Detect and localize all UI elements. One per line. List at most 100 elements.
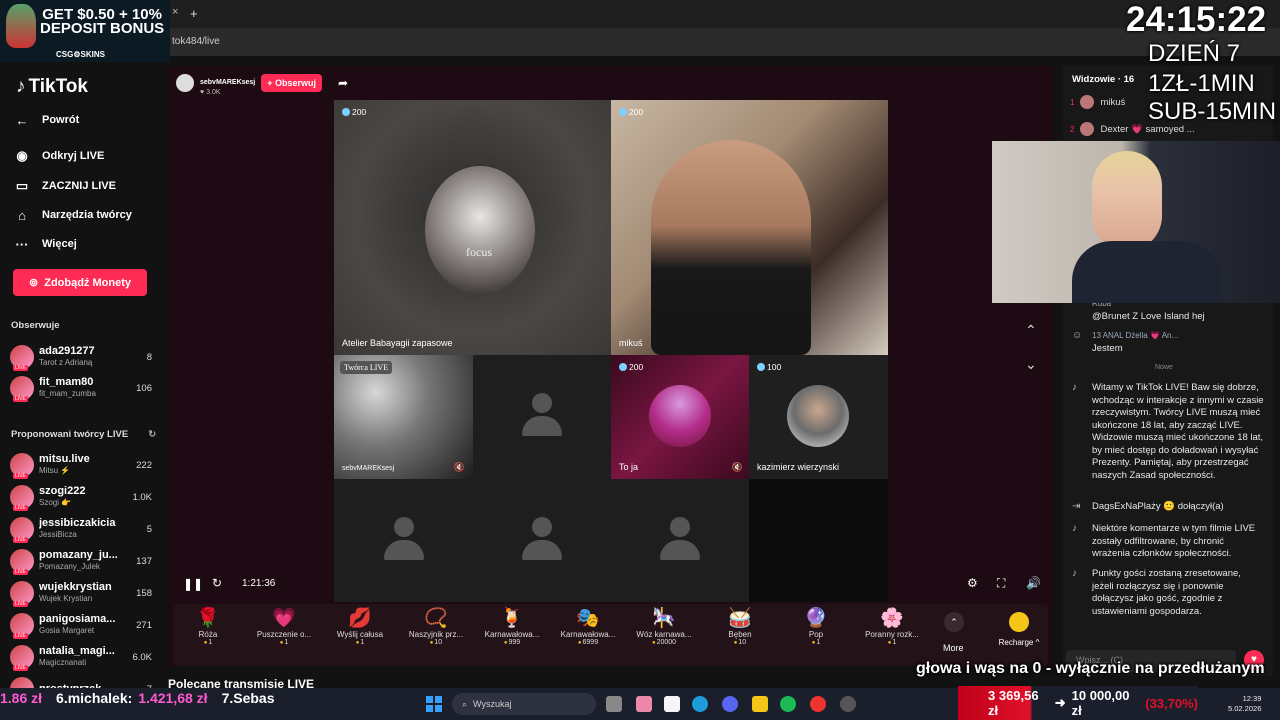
gift-item[interactable]: 🎭Karnawałowa...6999 <box>553 606 623 646</box>
gift-item[interactable]: 💗Puszczenie o...1 <box>249 606 319 646</box>
settings-icon[interactable]: ⚙ <box>967 576 978 590</box>
chat-text: Niektóre komentarze w tym filmie LIVE zo… <box>1092 523 1256 559</box>
webcam-face <box>1092 151 1162 251</box>
viewer-name: mikuś <box>1100 96 1126 108</box>
gift-name: Wóz karnawa... <box>636 630 692 639</box>
viewer-count: 158 <box>136 587 152 599</box>
chat-message: ☺ 13 ANAL Dżella 💗 An... Jestem <box>1072 330 1264 355</box>
taskbar-search[interactable]: ⌕ Wyszukaj <box>452 693 596 715</box>
suggested-item[interactable]: mitsu.liveMitsu ⚡ 222 <box>10 452 152 479</box>
chrome-icon[interactable] <box>810 696 826 712</box>
empty-slot[interactable] <box>473 355 611 479</box>
gift-item[interactable]: 🌹Róża1 <box>173 606 243 646</box>
suggested-item[interactable]: jessibiczakiciaJessiBicza 5 <box>10 516 152 543</box>
folder-icon[interactable] <box>752 696 768 712</box>
gift-name: Wyślij całusa <box>336 630 384 639</box>
back-link[interactable]: ← Powrót <box>14 109 80 131</box>
user-subtitle: fit_mam_zumba <box>39 389 96 398</box>
edge-icon[interactable] <box>692 696 708 712</box>
following-item[interactable]: fit_mam80fit_mam_zumba 106 <box>10 375 152 402</box>
nav-start-live[interactable]: ▭ ZACZNIJ LIVE <box>14 175 116 197</box>
avatar <box>10 376 34 402</box>
avatar <box>1080 122 1095 136</box>
host-name[interactable]: sebvMAREKsesj <box>200 79 255 86</box>
refresh-icon[interactable]: ↻ <box>148 429 156 440</box>
gift-item[interactable]: 🌸Poranny rozk...1 <box>857 606 927 646</box>
more-gifts-button[interactable]: More <box>943 643 964 653</box>
recharge-button[interactable]: Recharge ^ <box>990 608 1048 647</box>
fullscreen-icon[interactable]: ⛶ <box>997 576 1005 591</box>
refresh-icon[interactable]: ↻ <box>212 576 222 590</box>
address-text[interactable]: tok484/live <box>172 36 220 47</box>
user-subtitle: Mitsu ⚡ <box>39 466 71 475</box>
gift-item[interactable]: 📿Naszyjnik prz...10 <box>401 606 471 646</box>
windows-start-icon[interactable] <box>426 696 442 712</box>
system-message: ♪ Punkty gości zostaną zresetowane, jeżel… <box>1072 568 1264 618</box>
share-icon[interactable]: ➦ <box>338 76 348 90</box>
clock-date: 5.02.2026 <box>1228 704 1262 713</box>
discord-icon[interactable] <box>722 696 738 712</box>
pause-icon[interactable]: ❚❚ <box>183 577 203 591</box>
next-stream-button[interactable]: ⌄ <box>1025 356 1037 373</box>
gift-item[interactable]: 🥁Bęben10 <box>705 606 775 646</box>
gift-price: 1 <box>249 639 319 646</box>
previous-stream-button[interactable]: ⌃ <box>1025 322 1037 339</box>
viewers-header[interactable]: Widzowie · 16 <box>1072 74 1134 85</box>
gift-item[interactable]: 🎠Wóz karnawa...20000 <box>629 606 699 646</box>
empty-slot[interactable] <box>473 479 611 602</box>
guest-name: Atelier Babayagii zapasowe <box>342 338 453 348</box>
viewer-count: 271 <box>136 619 152 631</box>
close-tab-icon[interactable]: × <box>172 6 178 18</box>
tiktok-icon: ♪ <box>1072 568 1077 579</box>
get-coins-button[interactable]: ⊚ Zdobądź Monety <box>13 269 147 296</box>
guest-tile[interactable]: 200 mikuś <box>611 100 888 355</box>
empty-slot[interactable] <box>334 479 473 602</box>
donor-amount: 1.86 zł <box>0 690 43 706</box>
following-item[interactable]: ada291277Tarot z Adrianą 8 <box>10 344 152 371</box>
guest-tile[interactable]: focus 200 Atelier Babayagii zapasowe <box>334 100 611 355</box>
gifts-up-icon[interactable]: ⌃ <box>944 612 964 632</box>
guest-photo <box>425 166 535 294</box>
promo-text: GET $0.50 + 10% DEPOSIT BONUS <box>40 7 164 36</box>
copilot-icon[interactable] <box>636 696 652 712</box>
new-tab-button[interactable]: + <box>190 6 198 21</box>
gift-icon: 🍹 <box>500 608 524 629</box>
user-subtitle: Szogi 👉 <box>39 498 72 507</box>
guest-tile[interactable]: 100 kazimierz wierzynski <box>749 355 888 479</box>
suggested-item[interactable]: szogi222Szogi 👉 1.0K <box>10 484 152 511</box>
viewer-item[interactable]: 1 mikuś <box>1070 95 1125 109</box>
day-counter: DZIEŃ 7 <box>1148 40 1241 67</box>
nav-discover-live[interactable]: ◉ Odkryj LIVE <box>14 145 104 167</box>
nav-more[interactable]: ··· Więcej <box>14 233 77 255</box>
task-view-icon[interactable] <box>606 696 622 712</box>
promo-mascot <box>6 4 36 48</box>
suggested-item[interactable]: panigosiama...Gosia Margaret 271 <box>10 612 152 639</box>
gift-item[interactable]: 🍹Karnawałowa...999 <box>477 606 547 646</box>
suggested-item[interactable]: pomazany_ju...Pomazany_Julek 137 <box>10 548 152 575</box>
spotify-icon[interactable] <box>780 696 796 712</box>
tiktok-logo[interactable]: ♪ TikTok <box>16 76 88 98</box>
chat-username[interactable]: 13 ANAL Dżella 💗 An... <box>1092 331 1178 340</box>
system-clock[interactable]: 12:39 5.02.2026 <box>1228 694 1261 714</box>
viewer-count: 6.0K <box>132 651 152 663</box>
nav-creator-tools[interactable]: ⌂ Narzędzia twórcy <box>14 204 132 226</box>
promo-brand: CSG⚙SKINS <box>56 50 105 59</box>
host-avatar[interactable] <box>176 74 194 92</box>
guest-tile[interactable]: 200 To ja 🔇 <box>611 355 749 479</box>
guest-photo <box>787 385 849 447</box>
avatar: ☺ <box>1072 330 1083 341</box>
search-icon: ⌕ <box>462 698 468 709</box>
coin-icon <box>342 108 350 116</box>
empty-slot[interactable] <box>611 479 749 602</box>
gift-icon: 🎭 <box>576 608 600 629</box>
photos-icon[interactable] <box>664 696 680 712</box>
gift-icon: 🔮 <box>804 608 828 629</box>
host-tile[interactable]: Twórca LIVE sebvMAREKsesj 🔇 <box>334 355 473 479</box>
volume-icon[interactable]: 🔊 <box>1026 576 1041 590</box>
suggested-item[interactable]: wujekkrystianWujek Krystian 158 <box>10 580 152 607</box>
obs-icon[interactable] <box>840 696 856 712</box>
gift-item[interactable]: 💋Wyślij całusa1 <box>325 606 395 646</box>
follow-button[interactable]: + Obserwuj <box>261 74 323 92</box>
gift-item[interactable]: 🔮Pop1 <box>781 606 851 646</box>
suggested-item[interactable]: natalia_magi...Magicznanati 6.0K <box>10 644 152 671</box>
